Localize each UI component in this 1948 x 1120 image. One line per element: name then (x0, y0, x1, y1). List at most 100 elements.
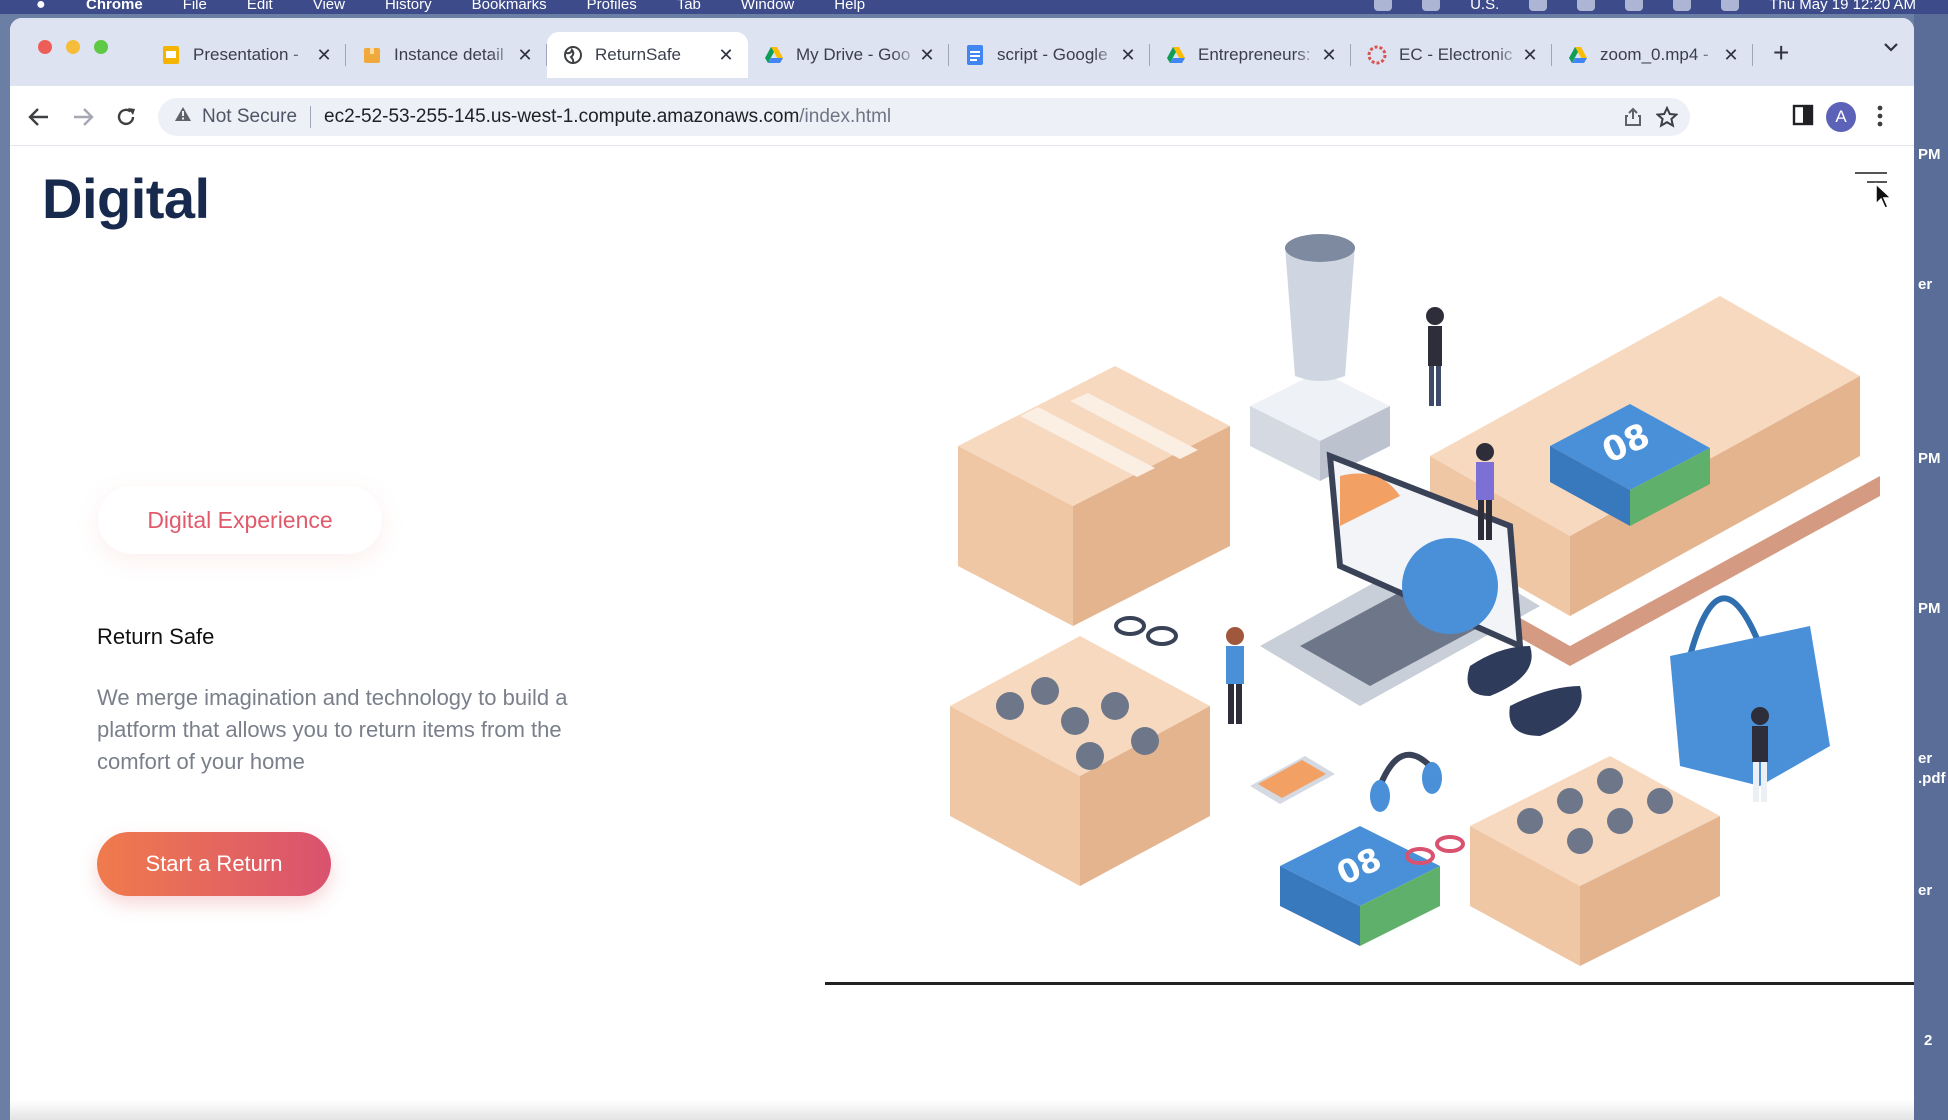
wifi-icon[interactable] (1625, 0, 1644, 11)
side-panel-icon[interactable] (1792, 104, 1814, 131)
close-tab-icon[interactable]: ✕ (919, 45, 935, 66)
battery-icon[interactable] (1577, 0, 1596, 11)
bookmark-star-icon[interactable] (1655, 105, 1679, 134)
start-return-button[interactable]: Start a Return (97, 832, 331, 896)
status-icon[interactable] (1422, 0, 1441, 11)
menu-bookmarks[interactable]: Bookmarks (472, 0, 547, 13)
drive-icon (1568, 45, 1588, 65)
tab-zoom-video[interactable]: zoom_0.mp4 - ✕ (1552, 32, 1753, 78)
person-figure-illustration (1226, 627, 1244, 724)
bluetooth-icon[interactable] (1529, 0, 1548, 11)
tab-title: EC - Electronic (1399, 45, 1513, 64)
tote-bag-illustration (1670, 595, 1830, 786)
desktop-file-label[interactable]: er (1918, 276, 1932, 293)
hero-title: Return Safe (97, 624, 215, 649)
person-figure-illustration (1426, 307, 1444, 406)
open-box-bottles-illustration (950, 636, 1210, 886)
section-divider (825, 982, 1914, 985)
back-button[interactable] (24, 102, 54, 132)
site-logo[interactable]: Digital (42, 166, 210, 231)
minimize-window-button[interactable] (66, 40, 80, 54)
menu-edit[interactable]: Edit (247, 0, 273, 13)
mouse-cursor-icon (1875, 182, 1893, 209)
close-tab-icon[interactable]: ✕ (517, 45, 533, 66)
forward-button[interactable] (68, 102, 98, 132)
status-icon[interactable] (1374, 0, 1393, 11)
profile-avatar[interactable]: A (1826, 102, 1856, 132)
close-tab-icon[interactable]: ✕ (1522, 45, 1538, 66)
browser-toolbar: Not Secure ec2-52-53-255-145.us-west-1.c… (10, 86, 1914, 146)
close-tab-icon[interactable]: ✕ (1321, 45, 1337, 66)
phone-illustration (1250, 756, 1335, 804)
desktop-file-label[interactable]: er (1918, 882, 1932, 899)
desktop-file-label[interactable]: 2 (1924, 1032, 1932, 1049)
tab-returnsafe[interactable]: ReturnSafe ✕ (547, 32, 748, 78)
docs-icon (965, 45, 985, 65)
tab-list: Presentation - ✕ Instance detail ✕ Retur… (145, 32, 1753, 78)
share-icon[interactable] (1624, 107, 1642, 133)
tab-search-chevron-icon[interactable] (1882, 40, 1900, 58)
stacked-shirts-illustration: 08 (1280, 826, 1440, 946)
desktop-file-label[interactable]: PM (1918, 450, 1941, 467)
menu-help[interactable]: Help (834, 0, 865, 13)
control-center-icon[interactable] (1721, 0, 1740, 11)
slides-icon (161, 45, 181, 65)
url-path: /index.html (799, 106, 892, 127)
menu-tab[interactable]: Tab (677, 0, 701, 13)
menubar-clock[interactable]: Thu May 19 12:20 AM (1769, 0, 1916, 13)
desktop-background: PM er PM PM er .pdf er 2 (1914, 14, 1948, 1120)
reload-button[interactable] (111, 102, 141, 132)
person-figure-illustration (1751, 707, 1769, 802)
drive-icon (764, 45, 784, 65)
desktop-file-label[interactable]: PM (1918, 146, 1941, 163)
input-source-label[interactable]: U.S. (1470, 0, 1499, 13)
url-host: ec2-52-53-255-145.us-west-1.compute.amaz… (324, 106, 800, 127)
tab-separator (1752, 44, 1753, 66)
menu-window[interactable]: Window (741, 0, 794, 13)
desktop-file-label[interactable]: er (1918, 750, 1932, 767)
tab-title: ReturnSafe (595, 45, 681, 64)
tab-title: script - Google (997, 45, 1108, 64)
warning-triangle-icon[interactable] (174, 106, 194, 128)
new-tab-button[interactable]: + (1773, 39, 1789, 67)
tab-strip: Presentation - ✕ Instance detail ✕ Retur… (10, 18, 1914, 86)
menu-view[interactable]: View (313, 0, 345, 13)
tab-script[interactable]: script - Google ✕ (949, 32, 1150, 78)
page-bottom-shade (10, 1100, 1914, 1120)
browser-window: Presentation - ✕ Instance detail ✕ Retur… (10, 18, 1914, 1120)
apple-menu-icon[interactable]: ● (36, 0, 52, 13)
menu-profiles[interactable]: Profiles (587, 0, 637, 13)
desktop-file-label[interactable]: PM (1918, 600, 1941, 617)
close-tab-icon[interactable]: ✕ (718, 45, 734, 66)
close-tab-icon[interactable]: ✕ (1723, 45, 1739, 66)
aws-box-icon (362, 45, 382, 65)
cardboard-box-illustration (958, 366, 1230, 626)
tab-entrepreneurs[interactable]: Entrepreneurs: ✕ (1150, 32, 1351, 78)
open-box-bottles-illustration (1470, 756, 1720, 966)
more-menu-icon[interactable] (1876, 102, 1884, 135)
address-divider (310, 106, 312, 128)
headphones-illustration (1370, 751, 1442, 812)
hero-description: We merge imagination and technology to b… (97, 685, 568, 774)
web-page: Digital Digital Experience Return Safe W… (10, 146, 1914, 1120)
blender-illustration (1250, 234, 1390, 481)
tab-my-drive[interactable]: My Drive - Goo ✕ (748, 32, 949, 78)
tab-title: Presentation - (193, 45, 299, 64)
ec-icon (1367, 45, 1387, 65)
address-bar[interactable]: Not Secure ec2-52-53-255-145.us-west-1.c… (158, 98, 1690, 136)
close-tab-icon[interactable]: ✕ (316, 45, 332, 66)
tab-presentation[interactable]: Presentation - ✕ (145, 32, 346, 78)
menu-file[interactable]: File (183, 0, 207, 13)
close-window-button[interactable] (38, 40, 52, 54)
desktop-file-label[interactable]: .pdf (1918, 770, 1946, 787)
menu-history[interactable]: History (385, 0, 432, 13)
search-icon[interactable] (1673, 0, 1692, 11)
tab-ec-electronic[interactable]: EC - Electronic ✕ (1351, 32, 1552, 78)
tab-title: Instance detail (394, 45, 504, 64)
close-tab-icon[interactable]: ✕ (1120, 45, 1136, 66)
menu-chrome[interactable]: Chrome (86, 0, 143, 13)
tab-instance-details[interactable]: Instance detail ✕ (346, 32, 547, 78)
tab-title: Entrepreneurs: (1198, 45, 1311, 64)
security-status-label[interactable]: Not Secure (202, 106, 297, 128)
maximize-window-button[interactable] (94, 40, 108, 54)
